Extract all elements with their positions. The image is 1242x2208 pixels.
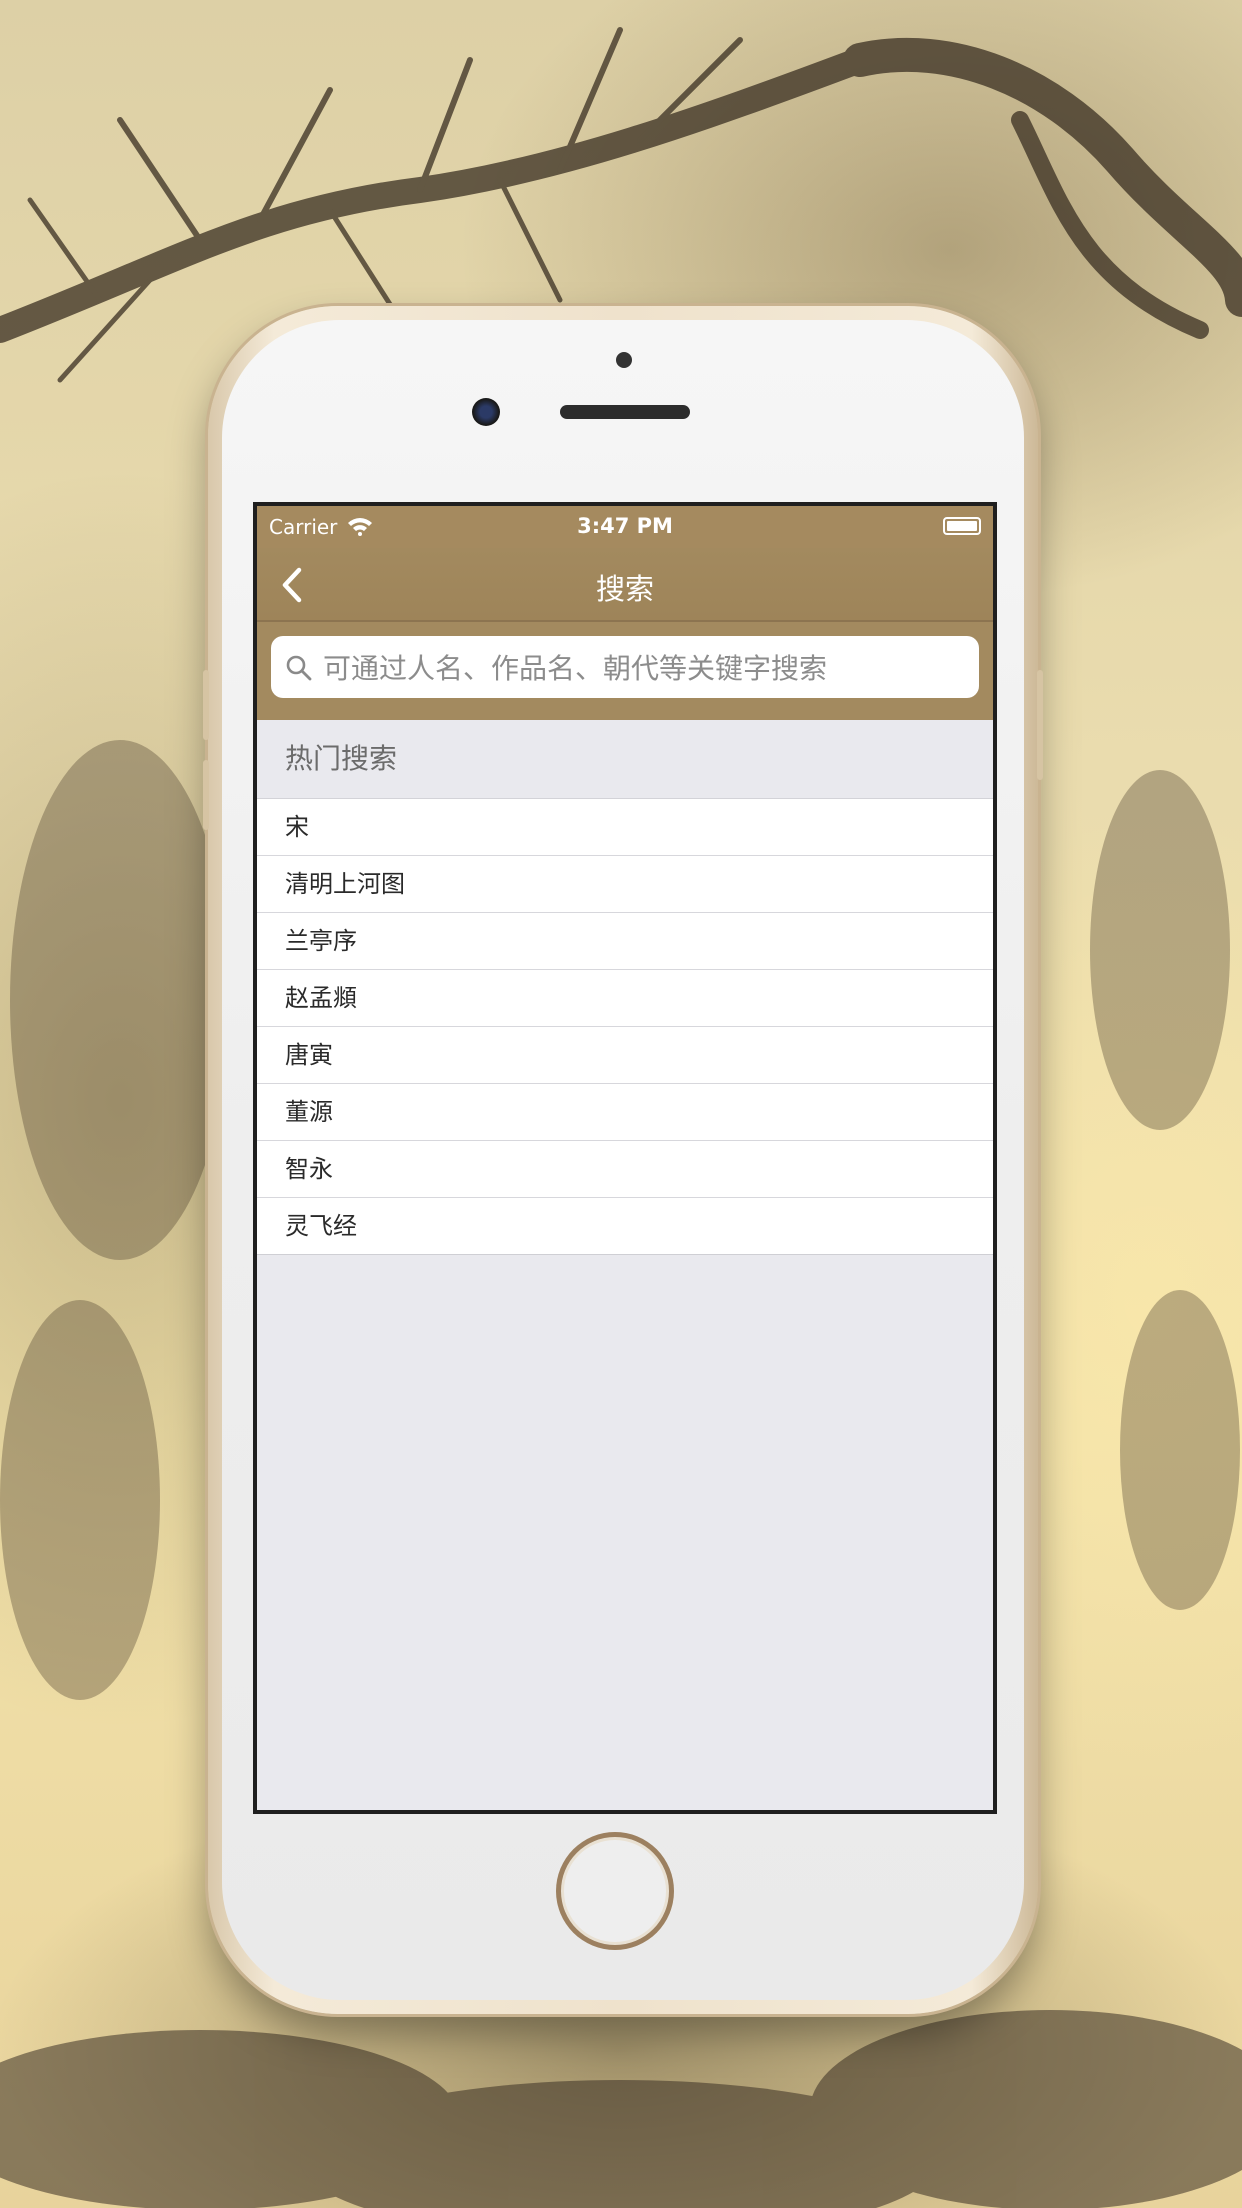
battery-icon: [943, 517, 981, 535]
search-input[interactable]: [321, 636, 969, 700]
hot-search-header: 热门搜索: [257, 720, 993, 799]
hot-search-list: 宋 清明上河图 兰亭序 赵孟頫 唐寅 董源 智永 灵飞经: [257, 799, 993, 1255]
hot-search-item[interactable]: 董源: [257, 1084, 993, 1141]
search-bar: [257, 622, 993, 720]
navigation-bar: 搜索: [257, 548, 993, 622]
hot-search-item[interactable]: 清明上河图: [257, 856, 993, 913]
hot-search-item[interactable]: 灵飞经: [257, 1198, 993, 1255]
hot-search-item[interactable]: 兰亭序: [257, 913, 993, 970]
hot-search-item[interactable]: 唐寅: [257, 1027, 993, 1084]
front-camera-icon: [472, 398, 500, 426]
status-time: 3:47 PM: [577, 514, 673, 538]
search-field[interactable]: [271, 636, 979, 700]
proximity-sensor: [616, 352, 632, 368]
search-icon: [286, 655, 312, 681]
phone-screen: Carrier 3:47 PM 搜索 热门搜: [253, 502, 997, 1814]
hot-search-item[interactable]: 赵孟頫: [257, 970, 993, 1027]
hot-search-item[interactable]: 智永: [257, 1141, 993, 1198]
hot-search-item[interactable]: 宋: [257, 799, 993, 856]
page-title: 搜索: [595, 572, 654, 606]
home-button[interactable]: [556, 1832, 674, 1950]
earpiece-speaker: [560, 405, 690, 419]
app-screen: Carrier 3:47 PM 搜索 热门搜: [257, 506, 993, 1810]
status-bar: Carrier 3:47 PM: [257, 506, 993, 548]
